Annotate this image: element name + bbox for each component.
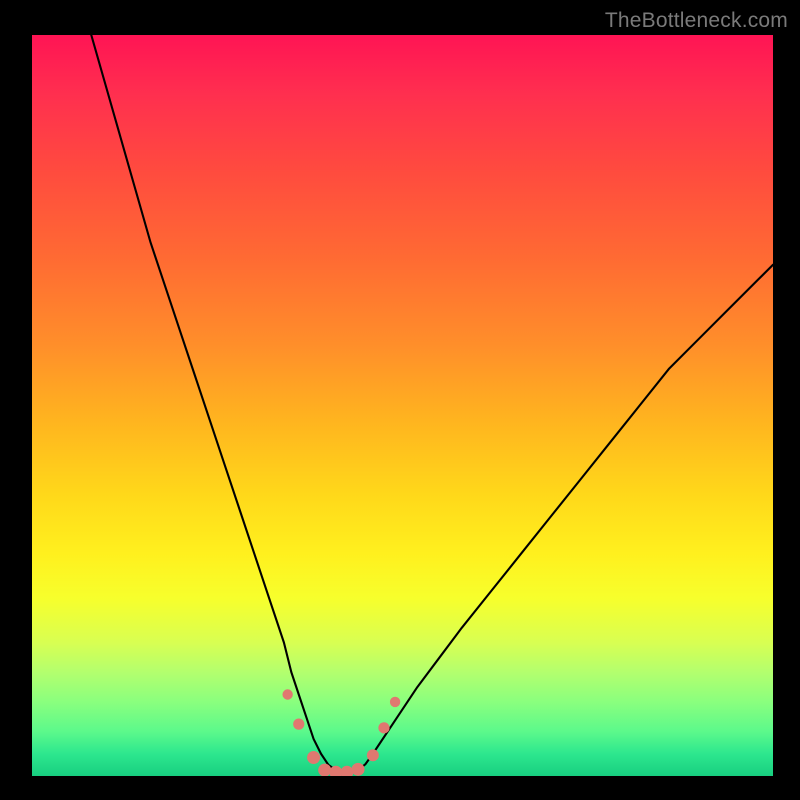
trough-marker <box>367 749 379 761</box>
trough-marker <box>293 719 304 730</box>
trough-marker <box>282 689 292 699</box>
trough-markers <box>282 689 400 776</box>
trough-marker <box>378 722 389 733</box>
trough-marker <box>307 751 320 764</box>
chart-svg <box>32 35 773 776</box>
trough-marker <box>352 763 365 776</box>
plot-area <box>32 35 773 776</box>
chart-frame: TheBottleneck.com <box>0 3 800 800</box>
bottleneck-curve <box>91 35 773 772</box>
watermark-text: TheBottleneck.com <box>605 9 788 33</box>
trough-marker <box>390 697 400 707</box>
trough-marker <box>318 764 331 776</box>
trough-marker <box>340 766 353 776</box>
